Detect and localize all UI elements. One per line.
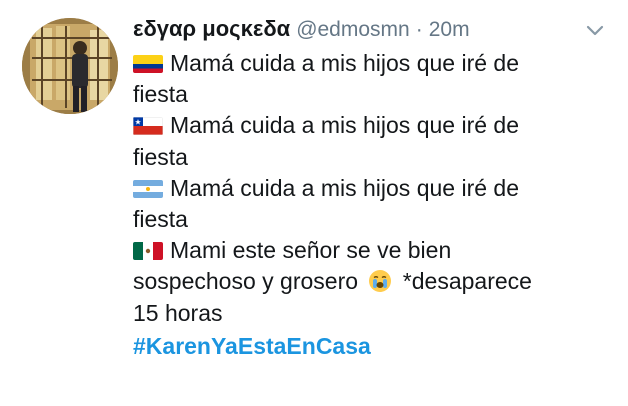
line-text: sospechoso y grosero <box>133 268 359 295</box>
line-text: fiesta <box>133 81 188 108</box>
crying-face-icon <box>368 269 392 293</box>
colombia-flag-icon <box>133 55 163 73</box>
tweet-line: #KarenYaEstaEnCasa <box>133 331 603 362</box>
line-text: Mamá cuida a mis hijos que iré de <box>170 174 519 201</box>
display-name[interactable]: εδγαρ μοςκεδα <box>133 16 290 42</box>
line-text: fiesta <box>133 205 188 232</box>
hashtag-link[interactable]: #KarenYaEstaEnCasa <box>133 333 371 359</box>
tweet-card: εδγαρ μοςκεδα @edmosmn · 20m Mamá cuida … <box>0 0 628 406</box>
separator-dot: · <box>415 18 423 41</box>
tweet-line: fiesta <box>133 204 603 235</box>
tweet-line: sospechoso y grosero *desaparece <box>133 266 603 297</box>
tweet-line: 15 horas <box>133 298 603 329</box>
chile-flag-icon <box>133 117 163 136</box>
argentina-flag-icon <box>133 179 163 198</box>
line-text: fiesta <box>133 143 188 170</box>
tweet-line: fiesta <box>133 142 603 173</box>
avatar[interactable] <box>22 18 118 114</box>
line-text: Mami este señor se ve bien <box>170 237 452 264</box>
line-text: *desaparece <box>402 268 532 295</box>
mexico-flag-icon <box>133 242 163 261</box>
tweet-header: εδγαρ μοςκεδα @edmosmn · 20m <box>133 16 470 44</box>
line-text: Mamá cuida a mis hijos que iré de <box>170 112 519 139</box>
line-text: Mamá cuida a mis hijos que iré de <box>170 50 519 76</box>
tweet-line: fiesta <box>133 79 603 110</box>
line-text: 15 horas <box>133 299 223 326</box>
tweet-line: Mami este señor se ve bien <box>133 235 603 266</box>
chevron-down-icon[interactable] <box>584 22 606 40</box>
tweet-line: Mamá cuida a mis hijos que iré de <box>133 110 603 141</box>
tweet-line: Mamá cuida a mis hijos que iré de <box>133 48 603 79</box>
timestamp[interactable]: 20m <box>429 18 470 42</box>
user-handle[interactable]: @edmosmn <box>296 18 410 42</box>
tweet-line: Mamá cuida a mis hijos que iré de <box>133 173 603 204</box>
tweet-text: Mamá cuida a mis hijos que iré de fiesta… <box>133 48 603 362</box>
